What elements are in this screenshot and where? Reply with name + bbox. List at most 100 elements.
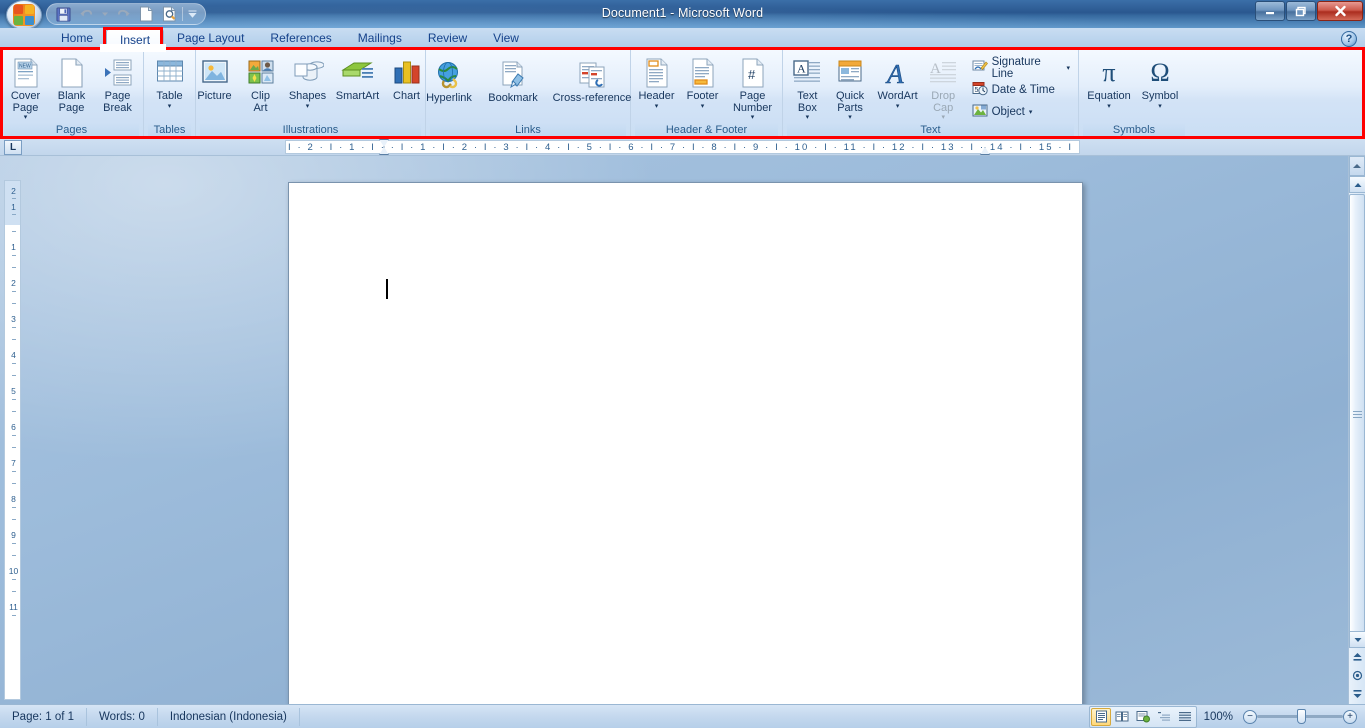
undo-dropdown[interactable] [99, 5, 110, 23]
bookmark-button[interactable]: Bookmark [480, 55, 546, 105]
smartart-icon [340, 56, 375, 89]
bookmark-label: Bookmark [488, 92, 538, 104]
table-icon [155, 56, 185, 89]
split-window-button[interactable] [1349, 156, 1365, 176]
equation-label: Equation [1087, 90, 1131, 102]
draft-view-button[interactable] [1175, 708, 1195, 726]
ribbon-group-text: A Text Box ▾ Quick Parts ▾ A WordArt ▾ A… [783, 50, 1079, 138]
svg-text:A: A [885, 59, 904, 88]
tab-page-layout[interactable]: Page Layout [164, 28, 257, 50]
object-label: Object [991, 106, 1025, 118]
full-screen-reading-view-button[interactable] [1112, 708, 1132, 726]
zoom-slider-thumb[interactable] [1297, 709, 1306, 724]
cover-page-button[interactable]: NEW Cover Page ▾ [3, 53, 49, 121]
footer-button[interactable]: Footer ▾ [680, 53, 726, 110]
blank-page-button[interactable]: Blank Page [49, 53, 95, 114]
status-word-count[interactable]: Words: 0 [87, 707, 158, 726]
zoom-out-button[interactable]: − [1243, 709, 1257, 724]
clip-art-button[interactable]: Clip Art [238, 53, 284, 114]
group-label-tables: Tables [148, 123, 191, 138]
page-number-label: Page Number [732, 90, 773, 114]
scroll-up-button[interactable] [1349, 176, 1365, 193]
zoom-level-label[interactable]: 100% [1203, 711, 1237, 723]
previous-page-button[interactable] [1349, 649, 1365, 666]
equation-button[interactable]: π Equation ▾ [1083, 53, 1135, 110]
select-browse-object-button[interactable] [1349, 667, 1365, 684]
customize-quick-access-toolbar-button[interactable] [186, 5, 199, 23]
print-preview-button[interactable] [159, 5, 179, 23]
page-break-button[interactable]: Page Break [95, 53, 141, 114]
document-workspace[interactable] [0, 156, 1365, 704]
new-document-button[interactable] [136, 5, 156, 23]
footer-caret-icon: ▾ [700, 102, 705, 110]
text-box-label: Text Box [797, 90, 818, 114]
scroll-down-button[interactable] [1349, 631, 1365, 648]
tab-review[interactable]: Review [415, 28, 480, 50]
office-logo-icon [13, 4, 35, 26]
ribbon-group-links: Hyperlink Bookmark Cross-reference Links [426, 50, 631, 138]
symbol-button[interactable]: Ω Symbol ▾ [1135, 53, 1185, 110]
horizontal-ruler[interactable]: L I · 2 · I · 1 · I · · I · 1 · I · 2 · … [0, 138, 1365, 156]
close-button[interactable] [1317, 1, 1363, 21]
web-layout-view-button[interactable] [1133, 708, 1153, 726]
text-box-caret-icon: ▾ [805, 114, 810, 121]
drop-cap-label: Drop Cap [931, 90, 956, 114]
tab-selector-button[interactable]: L [4, 140, 22, 155]
cover-page-label: Cover Page [10, 90, 41, 114]
quick-parts-button[interactable]: Quick Parts ▾ [828, 53, 873, 121]
document-page[interactable] [288, 182, 1083, 704]
picture-button[interactable]: Picture [192, 53, 238, 103]
zoom-slider-track[interactable] [1257, 709, 1343, 724]
hyperlink-button[interactable]: Hyperlink [418, 55, 480, 105]
object-icon [972, 103, 988, 121]
object-button[interactable]: Object ▾ [968, 101, 1074, 123]
minimize-button[interactable] [1255, 1, 1285, 21]
svg-text:5: 5 [974, 87, 978, 94]
status-language[interactable]: Indonesian (Indonesia) [158, 707, 300, 726]
next-page-button[interactable] [1349, 685, 1365, 702]
vertical-scrollbar[interactable] [1348, 156, 1365, 704]
print-layout-view-button[interactable] [1091, 707, 1111, 726]
tab-insert[interactable]: Insert [106, 29, 165, 50]
redo-button[interactable] [113, 5, 133, 23]
svg-text:#: # [748, 67, 756, 82]
zoom-in-button[interactable]: + [1343, 709, 1357, 724]
outline-view-button[interactable] [1154, 708, 1174, 726]
undo-button[interactable] [76, 5, 96, 23]
equation-caret-icon: ▾ [1107, 102, 1111, 110]
header-button[interactable]: Header ▾ [634, 53, 680, 110]
date-time-button[interactable]: 5 Date & Time [968, 79, 1074, 101]
table-button[interactable]: Table ▾ [147, 53, 193, 110]
tab-home[interactable]: Home [48, 28, 106, 50]
symbol-icon: Ω [1150, 57, 1170, 87]
drop-cap-button[interactable]: A Drop Cap ▾ [923, 53, 964, 121]
signature-line-button[interactable]: Signature Line ▾ [968, 56, 1074, 80]
page-number-button[interactable]: # Page Number ▾ [726, 53, 780, 121]
tab-view[interactable]: View [480, 28, 532, 50]
cover-page-icon: NEW [13, 56, 39, 89]
save-button[interactable] [53, 5, 73, 23]
smartart-button[interactable]: SmartArt [332, 53, 384, 103]
tab-mailings[interactable]: Mailings [345, 28, 415, 50]
header-caret-icon: ▾ [654, 102, 659, 110]
svg-text:NEW: NEW [19, 63, 31, 69]
vertical-scroll-thumb[interactable] [1349, 194, 1365, 634]
wordart-button[interactable]: A WordArt ▾ [872, 53, 922, 110]
zoom-slider[interactable]: − + [1243, 709, 1357, 724]
help-icon[interactable]: ? [1341, 31, 1357, 47]
text-box-button[interactable]: A Text Box ▾ [787, 53, 828, 121]
vertical-ruler[interactable]: 2 1 1 2 3 4 5 6 7 8 9 10 11 [4, 180, 21, 700]
quick-access-toolbar [46, 3, 206, 25]
wordart-caret-icon: ▾ [895, 102, 900, 110]
tab-references[interactable]: References [257, 28, 344, 50]
shapes-button[interactable]: Shapes ▾ [284, 53, 332, 110]
restore-button[interactable] [1286, 1, 1316, 21]
ribbon-group-illustrations: Picture Clip Art Shapes ▾ SmartArt Chart… [196, 50, 426, 138]
smartart-label: SmartArt [335, 90, 380, 102]
ribbon-group-header-footer: Header ▾ Footer ▾ # Page Number ▾ Header… [631, 50, 783, 138]
office-button[interactable] [6, 0, 42, 28]
table-label: Table [156, 90, 183, 102]
ruler-scale: I · 2 · I · 1 · I · · I · 1 · I · 2 · I … [285, 140, 1080, 154]
cross-reference-button[interactable]: Cross-reference [546, 55, 638, 105]
status-page-info[interactable]: Page: 1 of 1 [0, 707, 88, 726]
